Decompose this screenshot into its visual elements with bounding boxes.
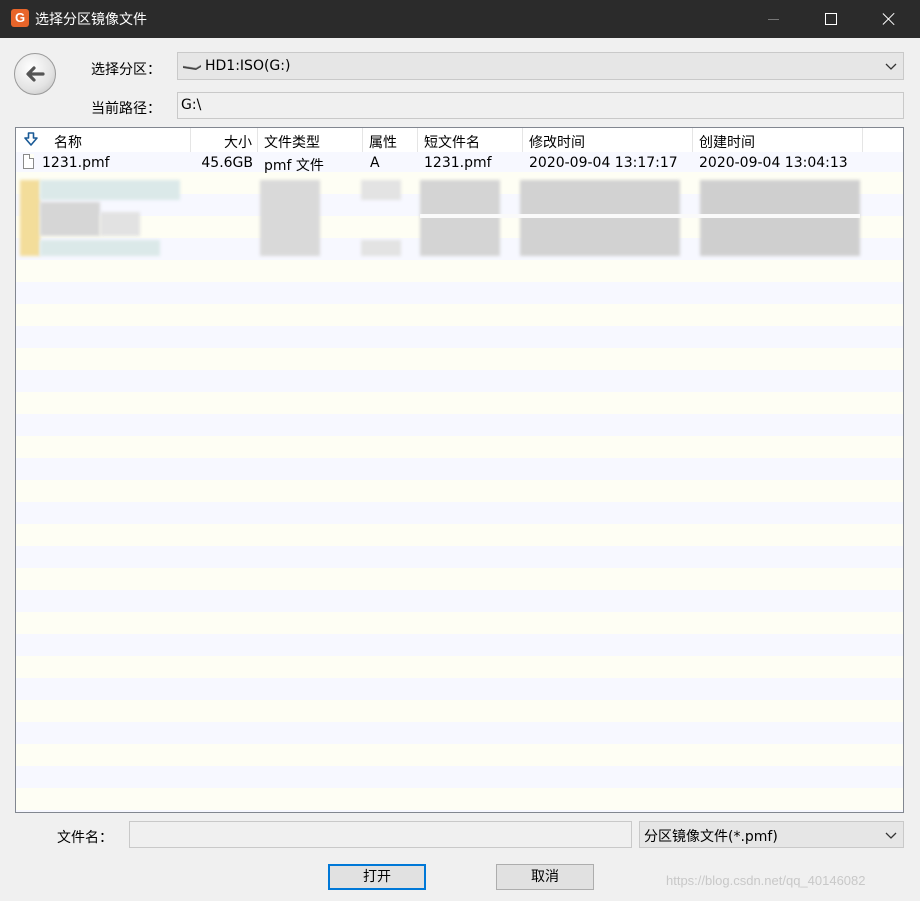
watermark-text: https://blog.csdn.net/qq_40146082	[666, 873, 866, 888]
column-label-attr: 属性	[369, 135, 397, 151]
column-header-attr[interactable]: 属性	[363, 128, 418, 152]
redacted-block	[100, 212, 140, 236]
partition-value: HD1:ISO(G:)	[205, 58, 291, 74]
close-icon	[882, 12, 896, 26]
redacted-block	[361, 240, 401, 256]
partition-label: 选择分区：	[91, 62, 161, 78]
file-modified: 2020-09-04 13:17:17	[529, 155, 678, 171]
maximize-button[interactable]	[802, 0, 860, 38]
filename-input[interactable]	[129, 821, 632, 848]
sort-down-icon	[24, 132, 38, 146]
redacted-block	[700, 180, 860, 256]
cancel-button[interactable]: 取消	[496, 864, 594, 890]
redacted-block	[420, 180, 500, 256]
close-button[interactable]	[860, 0, 918, 38]
file-icon	[23, 154, 34, 169]
partition-select[interactable]: HD1:ISO(G:)	[177, 52, 904, 80]
dialog-window: G 选择分区镜像文件 选择分区： HD1:ISO(G:) 当前路径： G:\ 名…	[0, 0, 920, 901]
current-path-field[interactable]: G:\	[177, 92, 904, 119]
column-header-created[interactable]: 创建时间	[693, 128, 863, 152]
open-button[interactable]: 打开	[328, 864, 426, 890]
title-bar[interactable]: G 选择分区镜像文件	[0, 0, 920, 38]
redacted-icon-strip	[20, 180, 40, 256]
file-created: 2020-09-04 13:04:13	[699, 155, 848, 171]
column-label-shortname: 短文件名	[424, 135, 480, 151]
column-header-type[interactable]: 文件类型	[258, 128, 363, 152]
column-header-name[interactable]: 名称	[16, 128, 191, 152]
maximize-icon	[825, 13, 837, 25]
redacted-block	[40, 240, 160, 256]
chevron-down-icon	[885, 832, 897, 839]
app-logo-icon: G	[11, 9, 29, 27]
window-title: 选择分区镜像文件	[35, 12, 147, 28]
file-list[interactable]: 名称 大小 文件类型 属性 短文件名 修改时间 创建时间 1231.pmf 45…	[15, 127, 904, 813]
redacted-block	[40, 180, 180, 200]
column-label-modified: 修改时间	[529, 135, 585, 151]
column-header-modified[interactable]: 修改时间	[523, 128, 693, 152]
column-label-name: 名称	[54, 135, 82, 151]
minimize-button	[744, 0, 802, 38]
back-button[interactable]	[14, 53, 56, 95]
chevron-down-icon	[885, 63, 897, 70]
column-label-created: 创建时间	[699, 135, 755, 151]
redacted-block	[520, 180, 680, 256]
redacted-gap	[420, 214, 860, 218]
file-attr: A	[370, 155, 380, 171]
redacted-block	[260, 180, 320, 256]
file-type-filter-value: 分区镜像文件(*.pmf)	[644, 829, 778, 845]
redacted-block	[40, 202, 100, 236]
file-list-header: 名称 大小 文件类型 属性 短文件名 修改时间 创建时间	[16, 128, 903, 152]
file-shortname: 1231.pmf	[424, 155, 492, 171]
filename-label: 文件名：	[57, 830, 113, 846]
column-label-type: 文件类型	[264, 135, 320, 151]
drive-icon	[182, 64, 202, 70]
file-name: 1231.pmf	[42, 155, 110, 171]
redacted-block	[361, 180, 401, 200]
current-path-value: G:\	[181, 97, 202, 113]
file-type: pmf 文件	[264, 158, 324, 174]
column-header-size[interactable]: 大小	[191, 128, 258, 152]
minimize-icon	[767, 18, 779, 20]
back-arrow-icon	[26, 66, 45, 82]
column-header-shortname[interactable]: 短文件名	[418, 128, 523, 152]
file-size: 45.6GB	[201, 155, 253, 171]
column-label-size: 大小	[224, 135, 252, 151]
file-type-filter-select[interactable]: 分区镜像文件(*.pmf)	[639, 821, 904, 848]
path-label: 当前路径：	[91, 101, 161, 117]
file-row[interactable]: 1231.pmf 45.6GB pmf 文件 A 1231.pmf 2020-0…	[16, 152, 903, 174]
